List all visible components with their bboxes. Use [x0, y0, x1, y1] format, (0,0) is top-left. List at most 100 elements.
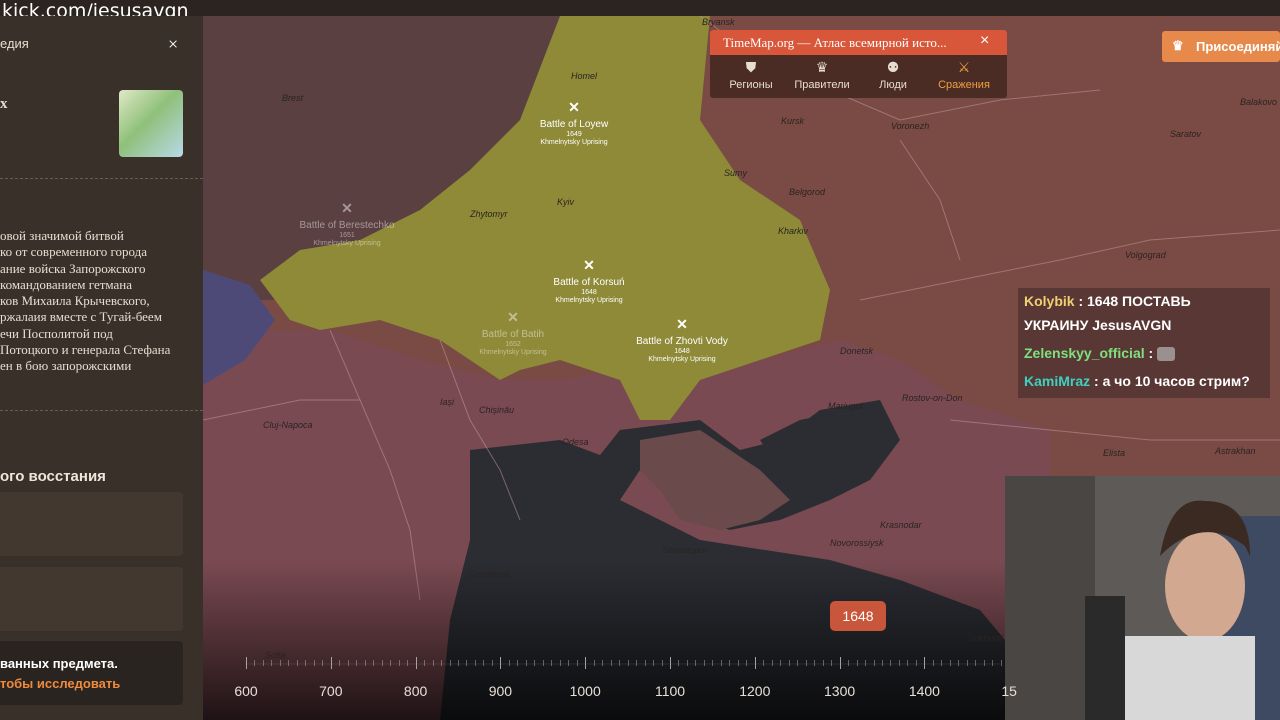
tab-rulers[interactable]: ♛ Правители — [787, 58, 857, 91]
timeline-tick — [907, 660, 909, 666]
close-icon[interactable]: × — [168, 34, 178, 55]
explore-link[interactable]: тобы исследовать — [0, 676, 120, 691]
browser-url-bar[interactable]: kick.com/jesusavgn — [0, 0, 1280, 22]
current-year-marker[interactable]: 1648 — [830, 601, 886, 631]
timeline-tick — [381, 660, 383, 666]
timeline-tick — [610, 660, 612, 666]
description-line: ечи Посполитой под — [0, 325, 113, 341]
timeline-tick — [882, 660, 883, 666]
timeline-tick — [805, 660, 807, 666]
city-label: Belgorod — [789, 187, 826, 197]
timeline-year-label[interactable]: 1200 — [739, 683, 770, 699]
crossed-swords-icon: ✕ — [341, 200, 353, 216]
city-label: Brest — [282, 93, 304, 103]
timeline-year-label[interactable]: 900 — [489, 683, 512, 699]
timeline-tick — [593, 660, 595, 666]
timeline-tick — [279, 660, 281, 666]
timeline-tick — [890, 660, 892, 666]
city-label: Kursk — [781, 116, 805, 126]
tab-label: Люди — [879, 79, 907, 91]
timeline-tick — [636, 660, 638, 666]
tab-regions[interactable]: ⛊ Регионы — [716, 58, 786, 91]
battle-marker[interactable]: ✕ Battle of Batih 1652 Khmelnytsky Uprising — [479, 310, 546, 356]
stream-chat-overlay: Kolybik : 1648 ПОСТАВЬ УКРАИНУ JesusAVGN… — [1018, 288, 1270, 398]
crossed-swords-icon: ✕ — [568, 99, 580, 115]
join-button[interactable]: ♛ Присоединяй — [1162, 31, 1280, 62]
battle-marker[interactable]: ✕ Battle of Korsuń 1648 Khmelnytsky Uprisin… — [553, 258, 624, 304]
city-label: Sukhumi — [968, 633, 1004, 643]
timeline-year-label[interactable]: 1300 — [824, 683, 855, 699]
city-label: Saratov — [1170, 129, 1202, 139]
chat-username: Kolybik — [1024, 293, 1075, 309]
description-line: овой значимой битвой — [0, 228, 124, 243]
timeline-tick — [932, 660, 934, 666]
timeline-year-label[interactable]: 15 — [1001, 683, 1017, 699]
tab-battles[interactable]: ⚔ Сражения — [929, 58, 999, 91]
timeline-tick — [517, 660, 519, 666]
timeline-tick — [441, 660, 443, 666]
city-label: Chișinău — [479, 405, 515, 415]
related-item-card[interactable] — [0, 492, 183, 556]
description-line: ание войска Запорожского — [0, 260, 146, 276]
tab-people[interactable]: ⚉ Люди — [858, 58, 928, 91]
battle-subtitle: Khmelnytsky Uprising — [540, 139, 608, 146]
crossed-swords-icon: ✕ — [507, 309, 519, 325]
timeline-tick — [347, 660, 349, 666]
timeline-tick — [262, 660, 264, 666]
chat-username: KamiMraz — [1024, 373, 1091, 389]
timeline-tick — [644, 660, 646, 666]
battle-name: Battle of Batih — [481, 329, 545, 340]
chat-text: : — [1148, 345, 1154, 361]
timeline-tick — [754, 657, 756, 669]
battle-marker[interactable]: ✕ Battle of Loyew 1649 Khmelnytsky Uprising — [540, 100, 608, 146]
timeline-tick — [305, 660, 307, 666]
city-label: Sochi — [922, 601, 945, 611]
timeline-tick — [390, 660, 392, 666]
chat-username: Zelenskyy_official — [1024, 345, 1145, 361]
timeline-tick — [627, 660, 629, 666]
timeline-tick — [678, 660, 680, 666]
timemap-popup: TimeMap.org — Атлас всемирной исто... × … — [710, 30, 1007, 98]
timeline-tick — [271, 660, 273, 666]
close-icon[interactable]: × — [980, 32, 989, 50]
timeline-tick — [763, 660, 765, 666]
chat-message: Kolybik : 1648 ПОСТАВЬ — [1024, 293, 1191, 309]
timeline-year-label[interactable]: 1100 — [655, 683, 685, 699]
city-label: Kharkiv — [778, 226, 809, 236]
timeline-tick — [483, 660, 485, 666]
timeline-tick — [992, 660, 994, 666]
battle-marker[interactable]: ✕ Battle of Zhovti Vody 1648 Khmelnytsky Up… — [636, 317, 728, 363]
timeline-tick — [949, 660, 951, 666]
divider — [0, 178, 203, 179]
timeline-tick — [474, 660, 476, 666]
crown-icon: ♛ — [815, 59, 829, 75]
battle-name: Battle of Korsuń — [553, 277, 625, 288]
timeline-tick — [737, 660, 739, 666]
battle-marker[interactable]: ✕ Battle of Berestechko 1651 Khmelnytsky Up… — [299, 201, 394, 247]
divider — [0, 410, 203, 411]
battle-year: 1651 — [339, 232, 355, 239]
city-label: Sumy — [724, 168, 748, 178]
timeline-year-label[interactable]: 1000 — [570, 683, 601, 699]
timeline-year-label[interactable]: 600 — [234, 683, 257, 699]
timeline-year-label[interactable]: 1400 — [909, 683, 940, 699]
timeline-year-label[interactable]: 700 — [319, 683, 342, 699]
timeline-tick — [873, 660, 875, 666]
article-thumbnail-image[interactable] — [119, 90, 183, 157]
timeline-tick — [508, 660, 510, 666]
crossed-swords-icon: ✕ — [583, 257, 595, 273]
city-label: Novorossiysk — [830, 538, 884, 548]
city-label: Mariupol — [828, 401, 863, 411]
description-line: командованием гетмана — [0, 276, 133, 292]
timeline-tick — [831, 660, 833, 666]
timeline-year-label[interactable]: 800 — [404, 683, 427, 699]
timeline-tick — [839, 657, 841, 669]
timeline-tick — [254, 660, 256, 666]
city-label: Cluj-Napoca — [263, 420, 313, 430]
battle-name: Battle of Berestechko — [299, 220, 395, 231]
related-item-card[interactable] — [0, 567, 183, 631]
timeline-tick — [407, 660, 409, 666]
explore-prompt-card[interactable]: ванных предмета. тобы исследовать — [0, 641, 183, 705]
city-label: Bryansk — [702, 17, 735, 27]
timeline-tick — [432, 660, 434, 666]
